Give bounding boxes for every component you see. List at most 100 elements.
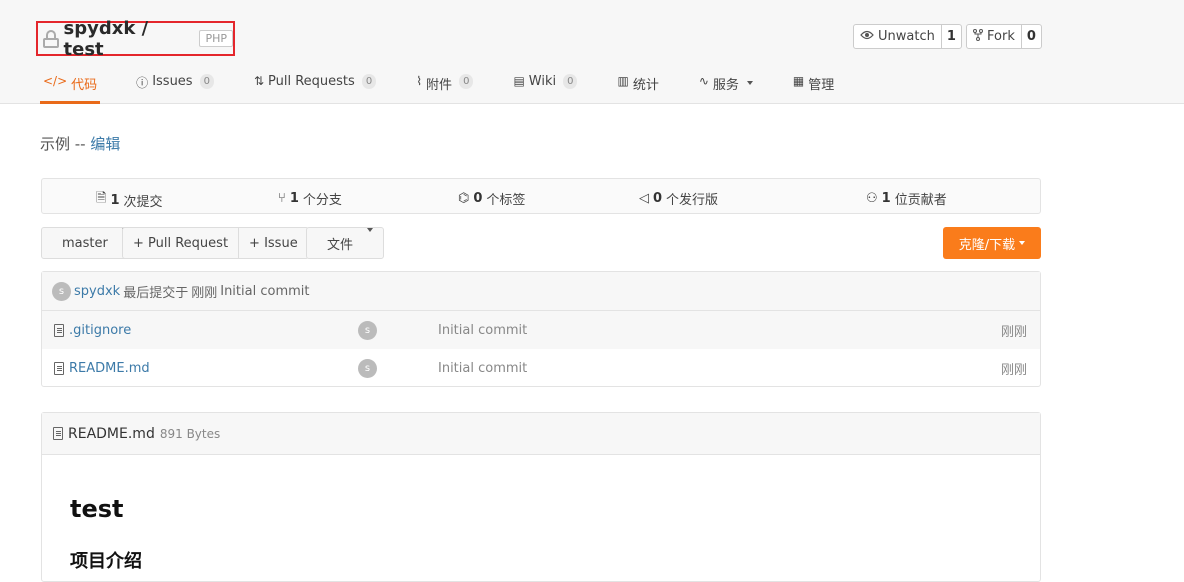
tab-label: 统计 xyxy=(632,78,659,93)
release-icon: ◁ xyxy=(639,191,649,206)
pulse-icon: ∿ xyxy=(698,74,709,88)
branches-label: 个分支 xyxy=(302,193,342,208)
contributors-stat[interactable]: ⚇ 1 位贡献者 xyxy=(866,189,947,208)
tab-manage[interactable]: ▦ 管理 xyxy=(793,70,834,104)
tab-wiki[interactable]: ▤ Wiki 0 xyxy=(513,70,578,104)
avatar[interactable]: s xyxy=(52,281,71,301)
code-icon: </> xyxy=(43,74,68,88)
lock-icon xyxy=(43,29,59,48)
manage-icon: ▦ xyxy=(792,74,805,88)
commits-stat[interactable]: 🗎 1 次提交 xyxy=(96,189,163,211)
edit-description-link[interactable]: 编辑 xyxy=(90,135,120,153)
eye-icon xyxy=(860,29,874,44)
tab-label: 代码 xyxy=(71,78,98,93)
readme-header: README.md 891 Bytes xyxy=(42,413,1040,455)
branch-icon: ⑂ xyxy=(278,191,286,206)
releases-stat[interactable]: ◁ 0 个发行版 xyxy=(639,189,718,208)
watch-label: Unwatch xyxy=(878,29,935,44)
chevron-down-icon xyxy=(746,81,753,85)
last-commit-message[interactable]: Initial commit xyxy=(220,284,309,299)
file-commit-message[interactable]: Initial commit xyxy=(438,323,527,338)
file-list: s spydxk 最后提交于 刚刚 Initial commit .gitign… xyxy=(41,271,1041,387)
tab-badge: 0 xyxy=(361,74,377,89)
clone-label: 克隆/下载 xyxy=(958,237,1016,253)
readme-heading: test xyxy=(70,495,124,523)
chevron-down-icon xyxy=(1019,241,1026,245)
tab-label: Pull Requests xyxy=(268,74,355,89)
repo-description: 示例 -- 编辑 xyxy=(40,133,120,154)
tab-label: Wiki xyxy=(528,74,557,89)
releases-count: 0 xyxy=(653,191,663,206)
file-menu-label: 文件 xyxy=(327,237,354,253)
repo-header: spydxk / test PHP Unwatch 1 Fork 0 </> 代… xyxy=(0,0,1184,104)
tags-stat[interactable]: ⌬ 0 个标签 xyxy=(458,189,525,208)
file-icon xyxy=(54,361,64,375)
language-badge: PHP xyxy=(199,30,233,47)
last-commit-bar: s spydxk 最后提交于 刚刚 Initial commit xyxy=(42,272,1040,311)
tab-code[interactable]: </> 代码 xyxy=(40,70,101,104)
tab-label: 服务 xyxy=(712,78,739,93)
readme-size: 891 Bytes xyxy=(159,426,221,441)
pull-request-icon: ⇅ xyxy=(253,74,265,88)
file-name-link[interactable]: README.md xyxy=(69,361,150,376)
watch-button[interactable]: Unwatch 1 xyxy=(853,24,962,49)
file-row: README.md s Initial commit 刚刚 xyxy=(42,349,1040,387)
fork-icon xyxy=(973,28,983,45)
file-icon xyxy=(53,427,63,440)
branches-stat[interactable]: ⑂ 1 个分支 xyxy=(278,189,342,208)
description-text: 示例 -- xyxy=(40,135,91,153)
fork-button[interactable]: Fork 0 xyxy=(966,24,1042,49)
tab-stats[interactable]: ▥ 统计 xyxy=(617,70,658,104)
tags-label: 个标签 xyxy=(486,193,526,208)
avatar[interactable]: s xyxy=(358,320,377,340)
tab-label: 附件 xyxy=(426,78,453,93)
repo-tabs: </> 代码 ⓘ Issues 0 ⇅ Pull Requests 0 ⌇ 附件… xyxy=(40,70,874,104)
tab-pull-requests[interactable]: ⇅ Pull Requests 0 xyxy=(253,70,377,104)
repo-stats-bar: 🗎 1 次提交 ⑂ 1 个分支 ⌬ 0 个标签 ◁ 0 个发行版 ⚇ 1 位贡献… xyxy=(41,178,1041,214)
file-row: .gitignore s Initial commit 刚刚 xyxy=(42,311,1040,349)
clone-download-button[interactable]: 克隆/下载 xyxy=(943,227,1041,259)
releases-label: 个发行版 xyxy=(666,193,719,208)
new-buttons-group: + Pull Request + Issue xyxy=(122,227,309,259)
branches-count: 1 xyxy=(289,191,299,206)
avatar[interactable]: s xyxy=(358,358,377,378)
watch-count[interactable]: 1 xyxy=(942,25,961,48)
chart-icon: ▥ xyxy=(617,74,629,88)
branch-label: master xyxy=(62,235,108,251)
repo-title: spydxk / test PHP xyxy=(36,18,235,60)
wiki-icon: ▤ xyxy=(513,74,525,88)
readme-panel: README.md 891 Bytes test 项目介绍 xyxy=(41,412,1041,582)
tag-icon: ⌬ xyxy=(458,191,470,206)
commits-label: 次提交 xyxy=(123,194,163,210)
commits-count: 1 xyxy=(110,192,120,208)
last-commit-time: 刚刚 xyxy=(191,285,218,301)
file-icon xyxy=(54,323,64,337)
issues-icon: ⓘ xyxy=(136,76,149,90)
tab-label: Issues xyxy=(152,74,193,89)
commits-icon: 🗎 xyxy=(96,191,107,206)
fork-label: Fork xyxy=(987,29,1015,44)
contributors-icon: ⚇ xyxy=(866,191,878,206)
last-commit-text: 最后提交于 xyxy=(123,285,189,301)
tab-issues[interactable]: ⓘ Issues 0 xyxy=(136,70,214,104)
readme-subheading: 项目介绍 xyxy=(70,551,142,572)
tab-label: 管理 xyxy=(808,78,835,93)
readme-filename: README.md xyxy=(68,425,155,442)
tab-services[interactable]: ∿ 服务 xyxy=(699,70,753,104)
tab-badge: 0 xyxy=(459,74,474,89)
new-issue-button[interactable]: + Issue xyxy=(239,228,308,258)
file-commit-time: 刚刚 xyxy=(1000,362,1027,378)
repo-name-link[interactable]: spydxk / test xyxy=(64,18,191,60)
file-menu-button[interactable]: 文件 xyxy=(306,227,385,259)
tab-badge: 0 xyxy=(563,74,578,89)
file-commit-message[interactable]: Initial commit xyxy=(438,361,527,376)
contributors-label: 位贡献者 xyxy=(894,193,947,208)
fork-count[interactable]: 0 xyxy=(1022,25,1041,48)
tab-attachments[interactable]: ⌇ 附件 0 xyxy=(416,70,474,104)
chevron-down-icon xyxy=(367,228,374,258)
new-pull-request-button[interactable]: + Pull Request xyxy=(123,228,240,258)
file-name-link[interactable]: .gitignore xyxy=(69,323,131,338)
commit-author[interactable]: spydxk xyxy=(74,284,120,299)
tab-badge: 0 xyxy=(199,74,214,89)
contributors-count: 1 xyxy=(881,191,891,206)
